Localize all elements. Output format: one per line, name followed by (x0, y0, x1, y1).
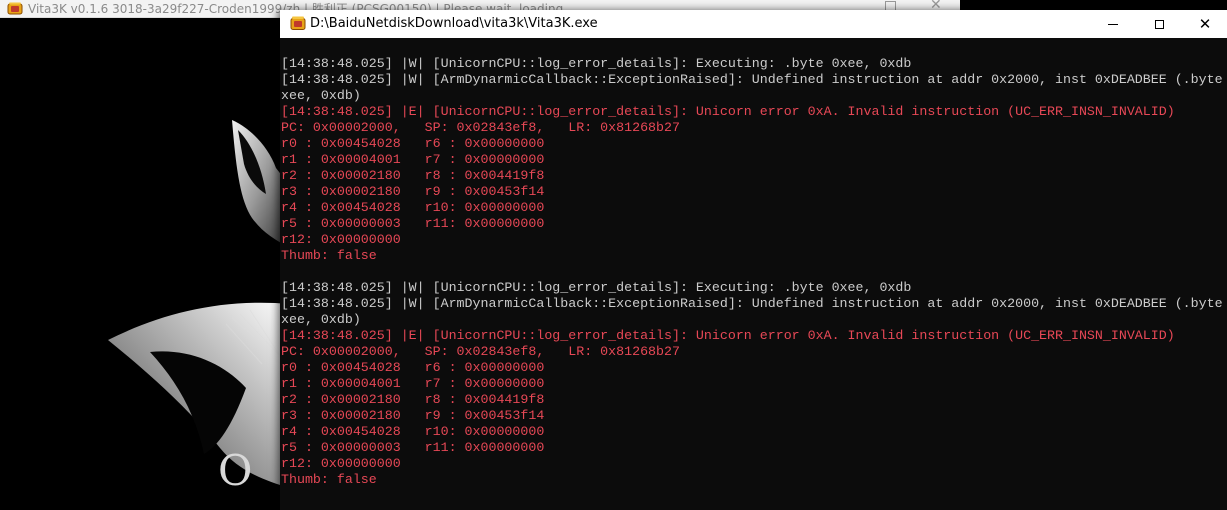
log-line: r4 : 0x00454028 r10: 0x00000000 (281, 200, 545, 215)
log-line: [14:38:48.025] |W| [ArmDynarmicCallback:… (281, 296, 1223, 311)
log-line: r1 : 0x00004001 r7 : 0x00000000 (281, 376, 545, 391)
log-line: [14:38:48.025] |W| [UnicornCPU::log_erro… (281, 280, 912, 295)
maximize-icon (1154, 19, 1164, 29)
log-line: r2 : 0x00002180 r8 : 0x004419f8 (281, 168, 545, 183)
log-line: r1 : 0x00004001 r7 : 0x00000000 (281, 152, 545, 167)
log-line: r4 : 0x00454028 r10: 0x00000000 (281, 424, 545, 439)
vita3k-app-icon (290, 16, 306, 30)
vita3k-app-icon (7, 2, 23, 15)
log-line: r3 : 0x00002180 r9 : 0x00453f14 (281, 184, 545, 199)
close-button[interactable]: ✕ (1182, 10, 1227, 38)
log-line: PC: 0x00002000, SP: 0x02843ef8, LR: 0x81… (281, 120, 680, 135)
minimize-button[interactable] (1090, 10, 1136, 38)
log-line: r12: 0x00000000 (281, 232, 401, 247)
log-line: r5 : 0x00000003 r11: 0x00000000 (281, 216, 545, 231)
log-line: r0 : 0x00454028 r6 : 0x00000000 (281, 360, 545, 375)
log-line: [14:38:48.025] |E| [UnicornCPU::log_erro… (281, 328, 1175, 343)
console-window-title: D:\BaiduNetdiskDownload\vita3k\Vita3K.ex… (310, 16, 598, 31)
minimize-icon (1108, 23, 1118, 25)
console-output-area[interactable]: [14:38:48.025] |W| [UnicornCPU::log_erro… (280, 38, 1227, 510)
log-line: xee, 0xdb) (281, 88, 361, 103)
desktop: Vita3K v0.1.6 3018-3a29f227-Croden1999/z… (0, 0, 1227, 510)
log-line: r0 : 0x00454028 r6 : 0x00000000 (281, 136, 545, 151)
log-line: [14:38:48.025] |W| [ArmDynarmicCallback:… (281, 72, 1223, 87)
log-line: Thumb: false (281, 472, 377, 487)
log-line: [14:38:48.025] |W| [UnicornCPU::log_erro… (281, 56, 912, 71)
log-line: r12: 0x00000000 (281, 456, 401, 471)
console-log: [14:38:48.025] |W| [UnicornCPU::log_erro… (281, 56, 1227, 488)
log-line: xee, 0xdb) (281, 312, 361, 327)
maximize-button[interactable] (1136, 10, 1182, 38)
log-line: Thumb: false (281, 248, 377, 263)
console-window[interactable]: D:\BaiduNetdiskDownload\vita3k\Vita3K.ex… (280, 10, 1227, 510)
close-icon: ✕ (1198, 14, 1212, 33)
splash-artwork (108, 120, 290, 488)
log-line: r3 : 0x00002180 r9 : 0x00453f14 (281, 408, 545, 423)
log-line: [14:38:48.025] |E| [UnicornCPU::log_erro… (281, 104, 1175, 119)
log-line: r2 : 0x00002180 r8 : 0x004419f8 (281, 392, 545, 407)
console-titlebar[interactable]: D:\BaiduNetdiskDownload\vita3k\Vita3K.ex… (280, 10, 1227, 38)
log-line: r5 : 0x00000003 r11: 0x00000000 (281, 440, 545, 455)
log-line: PC: 0x00002000, SP: 0x02843ef8, LR: 0x81… (281, 344, 680, 359)
